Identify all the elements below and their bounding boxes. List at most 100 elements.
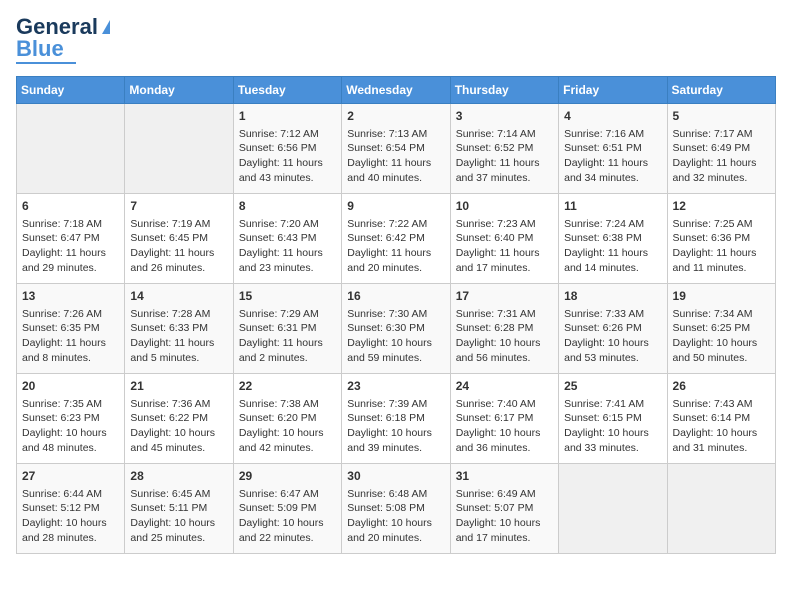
calendar-header-wednesday: Wednesday [342,77,450,104]
calendar-cell: 19Sunrise: 7:34 AMSunset: 6:25 PMDayligh… [667,284,775,374]
calendar-cell: 15Sunrise: 7:29 AMSunset: 6:31 PMDayligh… [233,284,341,374]
day-info-line: Daylight: 10 hours and 22 minutes. [239,516,336,545]
logo: General Blue [16,16,110,64]
day-number: 19 [673,288,770,305]
day-info-line: Sunset: 6:36 PM [673,231,770,246]
day-info-line: Sunrise: 7:35 AM [22,397,119,412]
calendar-header-tuesday: Tuesday [233,77,341,104]
day-info-line: Sunrise: 7:43 AM [673,397,770,412]
day-info-line: Daylight: 11 hours and 17 minutes. [456,246,553,275]
day-info-line: Daylight: 11 hours and 14 minutes. [564,246,661,275]
calendar-header-friday: Friday [559,77,667,104]
day-info-line: Sunset: 6:42 PM [347,231,444,246]
day-info-line: Sunset: 6:17 PM [456,411,553,426]
day-info-line: Sunrise: 7:39 AM [347,397,444,412]
day-info-line: Daylight: 10 hours and 56 minutes. [456,336,553,365]
day-info-line: Daylight: 10 hours and 39 minutes. [347,426,444,455]
day-number: 23 [347,378,444,395]
day-info-line: Sunrise: 7:30 AM [347,307,444,322]
day-info-line: Sunrise: 7:29 AM [239,307,336,322]
day-number: 6 [22,198,119,215]
calendar-cell: 5Sunrise: 7:17 AMSunset: 6:49 PMDaylight… [667,104,775,194]
day-info-line: Sunset: 6:47 PM [22,231,119,246]
day-number: 27 [22,468,119,485]
day-info-line: Sunrise: 7:31 AM [456,307,553,322]
day-number: 30 [347,468,444,485]
day-number: 8 [239,198,336,215]
calendar-cell [17,104,125,194]
day-info-line: Daylight: 10 hours and 17 minutes. [456,516,553,545]
calendar-header-saturday: Saturday [667,77,775,104]
day-info-line: Sunrise: 7:24 AM [564,217,661,232]
calendar-table: SundayMondayTuesdayWednesdayThursdayFrid… [16,76,776,554]
day-number: 13 [22,288,119,305]
day-number: 24 [456,378,553,395]
day-info-line: Daylight: 11 hours and 32 minutes. [673,156,770,185]
day-info-line: Sunset: 6:33 PM [130,321,227,336]
calendar-cell: 25Sunrise: 7:41 AMSunset: 6:15 PMDayligh… [559,374,667,464]
day-info-line: Sunrise: 6:45 AM [130,487,227,502]
calendar-header-monday: Monday [125,77,233,104]
day-number: 11 [564,198,661,215]
logo-text-general: General [16,16,98,38]
calendar-cell: 11Sunrise: 7:24 AMSunset: 6:38 PMDayligh… [559,194,667,284]
day-info-line: Sunrise: 7:36 AM [130,397,227,412]
day-number: 14 [130,288,227,305]
day-info-line: Sunset: 6:56 PM [239,141,336,156]
day-info-line: Daylight: 11 hours and 2 minutes. [239,336,336,365]
day-info-line: Sunset: 6:26 PM [564,321,661,336]
calendar-cell: 13Sunrise: 7:26 AMSunset: 6:35 PMDayligh… [17,284,125,374]
day-number: 10 [456,198,553,215]
calendar-week-row: 1Sunrise: 7:12 AMSunset: 6:56 PMDaylight… [17,104,776,194]
day-info-line: Sunset: 6:40 PM [456,231,553,246]
day-info-line: Sunrise: 7:17 AM [673,127,770,142]
day-number: 9 [347,198,444,215]
calendar-header-row: SundayMondayTuesdayWednesdayThursdayFrid… [17,77,776,104]
day-info-line: Sunset: 5:08 PM [347,501,444,516]
calendar-cell [667,464,775,554]
day-info-line: Sunset: 5:09 PM [239,501,336,516]
day-info-line: Sunrise: 6:47 AM [239,487,336,502]
day-info-line: Sunrise: 7:40 AM [456,397,553,412]
day-number: 2 [347,108,444,125]
day-number: 31 [456,468,553,485]
logo-text-blue: Blue [16,38,64,60]
calendar-cell: 17Sunrise: 7:31 AMSunset: 6:28 PMDayligh… [450,284,558,374]
day-info-line: Sunrise: 7:19 AM [130,217,227,232]
calendar-cell: 10Sunrise: 7:23 AMSunset: 6:40 PMDayligh… [450,194,558,284]
day-info-line: Sunrise: 7:22 AM [347,217,444,232]
day-info-line: Daylight: 10 hours and 48 minutes. [22,426,119,455]
day-info-line: Sunrise: 7:18 AM [22,217,119,232]
logo-icon [102,20,110,34]
calendar-cell: 30Sunrise: 6:48 AMSunset: 5:08 PMDayligh… [342,464,450,554]
day-number: 15 [239,288,336,305]
day-info-line: Sunrise: 7:20 AM [239,217,336,232]
calendar-cell: 29Sunrise: 6:47 AMSunset: 5:09 PMDayligh… [233,464,341,554]
calendar-header-thursday: Thursday [450,77,558,104]
day-number: 25 [564,378,661,395]
day-number: 3 [456,108,553,125]
calendar-cell: 21Sunrise: 7:36 AMSunset: 6:22 PMDayligh… [125,374,233,464]
day-info-line: Daylight: 10 hours and 42 minutes. [239,426,336,455]
day-number: 26 [673,378,770,395]
day-info-line: Sunrise: 7:41 AM [564,397,661,412]
day-info-line: Sunrise: 7:34 AM [673,307,770,322]
day-number: 18 [564,288,661,305]
calendar-cell: 27Sunrise: 6:44 AMSunset: 5:12 PMDayligh… [17,464,125,554]
calendar-cell: 18Sunrise: 7:33 AMSunset: 6:26 PMDayligh… [559,284,667,374]
calendar-week-row: 13Sunrise: 7:26 AMSunset: 6:35 PMDayligh… [17,284,776,374]
calendar-cell: 26Sunrise: 7:43 AMSunset: 6:14 PMDayligh… [667,374,775,464]
day-info-line: Sunrise: 6:48 AM [347,487,444,502]
day-number: 22 [239,378,336,395]
logo-line [16,62,76,64]
day-info-line: Daylight: 11 hours and 29 minutes. [22,246,119,275]
day-info-line: Sunrise: 6:49 AM [456,487,553,502]
day-info-line: Daylight: 11 hours and 5 minutes. [130,336,227,365]
calendar-cell: 4Sunrise: 7:16 AMSunset: 6:51 PMDaylight… [559,104,667,194]
day-number: 17 [456,288,553,305]
page-header: General Blue [16,16,776,64]
day-info-line: Sunrise: 7:14 AM [456,127,553,142]
day-info-line: Sunrise: 7:33 AM [564,307,661,322]
day-info-line: Sunset: 6:23 PM [22,411,119,426]
day-info-line: Daylight: 11 hours and 8 minutes. [22,336,119,365]
